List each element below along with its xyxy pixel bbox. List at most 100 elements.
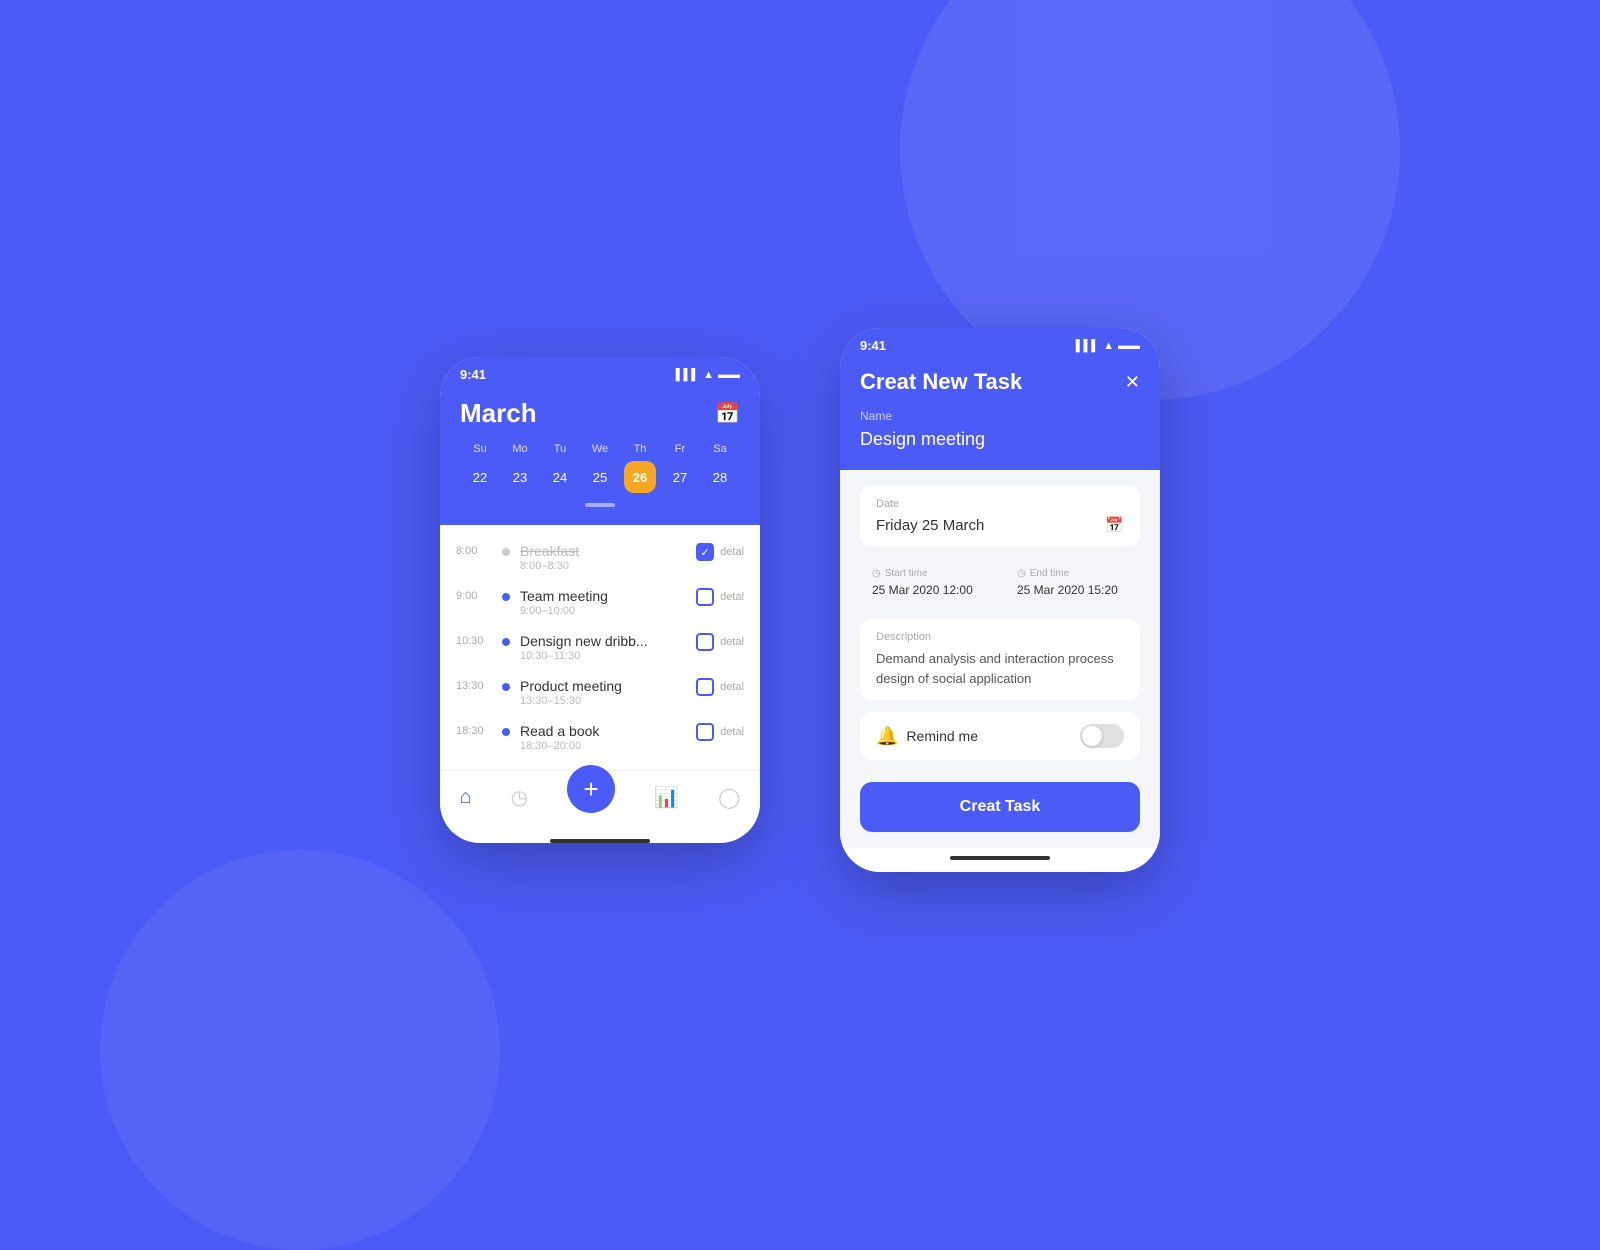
start-time-value[interactable]: 25 Mar 2020 12:00 [872,583,983,597]
date-25[interactable]: 25 [580,461,620,493]
remind-row: 🔔 Remind me [860,712,1140,760]
task-content-5: Read a book 18:30–20:00 [520,723,686,752]
date-row: 22 23 24 25 26 27 28 [460,461,740,493]
calendar-section: March 📅 Su Mo Tu We Th Fr Sa 22 23 24 25… [440,388,760,525]
home-bar-1 [550,839,650,843]
task-checkbox-1[interactable] [696,543,714,561]
detal-btn-4[interactable]: detal [720,681,744,693]
detal-btn-5[interactable]: detal [720,726,744,738]
description-value: Demand analysis and interaction process … [876,649,1124,688]
task-content-1: Breakfast 8:00–8:30 [520,543,686,572]
date-group: Date Friday 25 March 📅 [860,486,1140,546]
nav-clock-icon[interactable]: ◷ [511,785,528,810]
battery-icon-2: ▬▬ [1118,340,1140,352]
task-dot-4 [502,683,510,691]
task-content-4: Product meeting 13:30–15:30 [520,678,686,707]
status-bar-1: 9:41 ▌▌▌ ▲ ▬▬ [440,357,760,388]
signal-icon-2: ▌▌▌ [1076,340,1099,352]
task-name-4: Product meeting [520,678,686,694]
date-28[interactable]: 28 [700,461,740,493]
month-title: March [460,398,537,429]
modal-title: Creat New Task [860,369,1022,395]
calendar-header: March 📅 [460,398,740,429]
task-range-4: 13:30–15:30 [520,695,686,707]
nav-fab-button[interactable]: + [567,765,615,813]
task-breakfast: 8:00 Breakfast 8:00–8:30 detal [440,535,760,580]
task-dot-5 [502,728,510,736]
clock-icon-end: ◷ [1017,568,1026,579]
close-button[interactable]: ✕ [1125,372,1140,393]
end-time-value[interactable]: 25 Mar 2020 15:20 [1017,583,1128,597]
remind-text: Remind me [906,728,978,744]
task-name-5: Read a book [520,723,686,739]
task-densign: 10:30 Densign new dribb... 10:30–11:30 d… [440,625,760,670]
start-time-card: ◷ Start time 25 Mar 2020 12:00 [860,558,995,607]
task-time-3: 10:30 [456,635,492,647]
date-value: Friday 25 March 📅 [876,516,1124,534]
task-name-2: Team meeting [520,588,686,604]
detal-btn-2[interactable]: detal [720,591,744,603]
task-dot-2 [502,593,510,601]
task-range-2: 9:00–10:00 [520,605,686,617]
day-we: We [580,443,620,455]
task-range-1: 8:00–8:30 [520,560,686,572]
task-time-4: 13:30 [456,680,492,692]
task-checkbox-4[interactable] [696,678,714,696]
status-icons-1: ▌▌▌ ▲ ▬▬ [676,369,740,381]
end-time-label: ◷ End time [1017,568,1128,579]
day-th: Th [620,443,660,455]
calendar-icon[interactable]: 📅 [715,401,740,426]
header-section: Creat New Task ✕ Name Design meeting [840,359,1160,470]
status-bar-2: 9:41 ▌▌▌ ▲ ▬▬ [840,328,1160,359]
task-time-2: 9:00 [456,590,492,602]
form-section: Date Friday 25 March 📅 ◷ Start time 25 M… [840,470,1160,848]
day-tu: Tu [540,443,580,455]
signal-icon: ▌▌▌ [676,369,699,381]
start-time-label: ◷ Start time [872,568,983,579]
remind-left: 🔔 Remind me [876,726,978,747]
remind-toggle[interactable] [1080,724,1124,748]
name-value: Design meeting [860,429,1140,450]
day-sa: Sa [700,443,740,455]
nav-home-icon[interactable]: ⌂ [460,786,472,809]
tasks-section: 8:00 Breakfast 8:00–8:30 detal 9:00 Team… [440,525,760,770]
date-text: Friday 25 March [876,517,984,534]
status-icons-2: ▌▌▌ ▲ ▬▬ [1076,340,1140,352]
modal-header: Creat New Task ✕ [860,369,1140,395]
create-task-button[interactable]: Creat Task [860,782,1140,832]
day-fr: Fr [660,443,700,455]
task-range-5: 18:30–20:00 [520,740,686,752]
description-label: Description [876,631,1124,643]
date-label: Date [876,498,1124,510]
name-label: Name [860,409,1140,423]
task-checkbox-5[interactable] [696,723,714,741]
date-23[interactable]: 23 [500,461,540,493]
detal-btn-3[interactable]: detal [720,636,744,648]
scroll-dot [585,503,615,507]
date-27[interactable]: 27 [660,461,700,493]
task-team-meeting: 9:00 Team meeting 9:00–10:00 detal [440,580,760,625]
task-name-3: Densign new dribb... [520,633,686,649]
nav-chart-icon[interactable]: 📊 [654,785,679,810]
date-24[interactable]: 24 [540,461,580,493]
task-checkbox-2[interactable] [696,588,714,606]
bottom-nav: ⌂ ◷ + 📊 ◯ [440,770,760,833]
end-time-card: ◷ End time 25 Mar 2020 15:20 [1005,558,1140,607]
nav-user-icon[interactable]: ◯ [718,785,740,810]
clock-icon-start: ◷ [872,568,881,579]
day-mo: Mo [500,443,540,455]
date-calendar-icon[interactable]: 📅 [1105,516,1124,534]
task-checkbox-3[interactable] [696,633,714,651]
home-bar-2 [950,856,1050,860]
scroll-indicator [460,503,740,507]
task-content-3: Densign new dribb... 10:30–11:30 [520,633,686,662]
wifi-icon: ▲ [703,369,714,381]
date-26-active[interactable]: 26 [624,461,656,493]
date-22[interactable]: 22 [460,461,500,493]
detal-btn-1[interactable]: detal [720,546,744,558]
task-time-5: 18:30 [456,725,492,737]
wifi-icon-2: ▲ [1103,340,1114,352]
day-su: Su [460,443,500,455]
status-time-1: 9:41 [460,367,486,382]
task-name-1: Breakfast [520,543,686,559]
